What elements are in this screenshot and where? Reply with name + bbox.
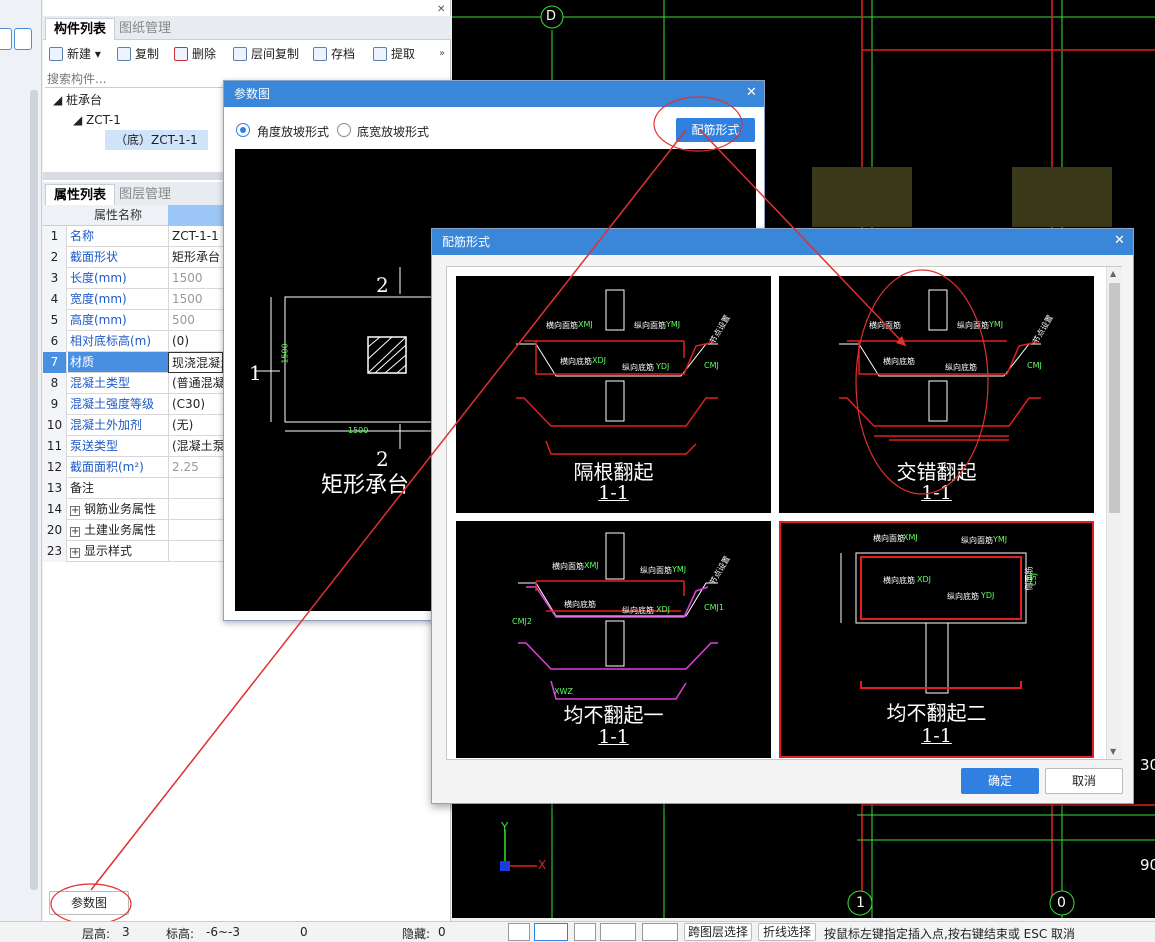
strip-grid-icon[interactable] <box>14 28 32 50</box>
left-strip <box>0 0 42 921</box>
toolbar-more-icon[interactable]: » <box>439 48 445 59</box>
dim-label-30: 30 <box>1140 756 1155 774</box>
cross-icon[interactable] <box>574 923 596 941</box>
table-row-group[interactable]: 23 + 显示样式 <box>43 541 223 562</box>
table-row[interactable]: 11泵送类型(混凝土泵) <box>43 436 223 457</box>
radio-width-label[interactable]: 底宽放坡形式 <box>357 123 429 140</box>
table-row[interactable]: 9 混凝土强度等级 (C30) <box>43 394 223 415</box>
delete-icon <box>174 47 188 61</box>
axis-label-1: 1 <box>856 895 865 911</box>
ok-button[interactable]: 确定 <box>961 768 1039 794</box>
rebar-form-button[interactable]: 配筋形式 <box>676 118 755 142</box>
section-mark-top: 2 <box>376 273 389 297</box>
status-zero: 0 <box>300 925 308 939</box>
table-row-group[interactable]: 14 + 钢筋业务属性 <box>43 499 223 520</box>
component-toolbar: 新建 ▾ 复制 删除 层间复制 存档 提取 » <box>43 42 451 66</box>
cross-floor-select-button[interactable]: 跨图层选择 <box>684 923 752 941</box>
snap-icon[interactable] <box>534 923 568 941</box>
hidden-label: 隐藏: <box>402 927 431 941</box>
panel-close-icon[interactable]: ✕ <box>437 4 445 15</box>
strip-button[interactable] <box>0 28 12 50</box>
table-row[interactable]: 12 截面面积(m²) 2.25 <box>43 457 223 478</box>
expand-icon[interactable]: + <box>70 527 80 537</box>
param-dialog-title: 参数图 <box>224 81 764 107</box>
tab-property-list[interactable]: 属性列表 <box>45 184 116 206</box>
tree-child[interactable]: ◢ ZCT-1 <box>73 110 121 130</box>
table-row-group[interactable]: 20 + 土建业务属性 <box>43 520 223 541</box>
table-row[interactable]: 8混凝土类型(普通混凝土 <box>43 373 223 394</box>
tab-drawing-manage[interactable]: 图纸管理 <box>111 18 179 40</box>
expand-icon[interactable]: + <box>70 506 80 516</box>
new-icon <box>49 47 63 61</box>
table-row-selected[interactable]: 7材质现浇混凝土 <box>43 352 223 373</box>
axis-y-label: Y <box>501 820 509 834</box>
offset-icon[interactable] <box>642 923 678 941</box>
tab-component-list[interactable]: 构件列表 <box>45 18 116 40</box>
floor-copy-icon <box>233 47 247 61</box>
property-header: 属性名称 <box>43 205 223 226</box>
copy-button[interactable]: 复制 <box>117 44 159 64</box>
delete-button[interactable]: 删除 <box>174 44 216 64</box>
table-row[interactable]: 5 高度(mm) 500 <box>43 310 223 331</box>
axis-label-0: 0 <box>1057 895 1066 911</box>
rebar-option-grid: ▲ ▼ 横向面筋 XMJ 纵向面筋 YMJ 横向底筋 XDJ 纵向底筋 YDJ … <box>446 266 1122 760</box>
archive-icon <box>313 47 327 61</box>
rebar-close-icon[interactable]: ✕ <box>1114 233 1125 248</box>
copy-icon <box>117 47 131 61</box>
rebar-option-1[interactable]: 横向面筋 XMJ 纵向面筋 YMJ 横向底筋 XDJ 纵向底筋 YDJ CMJ … <box>456 276 771 513</box>
tree-leaf-selected[interactable]: （底）ZCT-1-1 <box>105 130 208 150</box>
scroll-up-icon[interactable]: ▲ <box>1110 269 1116 278</box>
dim-vertical: 1500 <box>280 343 290 364</box>
table-row[interactable]: 4 宽度(mm) 1500 <box>43 289 223 310</box>
table-row[interactable]: 6 相对底标高(m) (0) <box>43 331 223 352</box>
floor-height-value: 3 <box>122 925 130 939</box>
tab-layer-manage[interactable]: 图层管理 <box>111 184 179 206</box>
archive-button[interactable]: 存档 <box>313 44 355 64</box>
rebar-option-3[interactable]: 横向面筋 XMJ 纵向面筋 YMJ 横向底筋 纵向底筋 XDJ CMJ1 CMJ… <box>456 521 771 758</box>
strip-scrollbar[interactable] <box>30 90 38 890</box>
elevation-label: 标高: <box>166 927 195 941</box>
new-button[interactable]: 新建 ▾ <box>49 44 101 64</box>
floor-copy-button[interactable]: 层间复制 <box>233 44 299 64</box>
expand-icon[interactable]: + <box>70 548 80 558</box>
top-tabs: 构件列表 图纸管理 <box>43 16 451 40</box>
scroll-down-icon[interactable]: ▼ <box>1110 747 1116 756</box>
rebar-scrollbar[interactable]: ▲ ▼ <box>1106 267 1122 759</box>
scroll-thumb[interactable] <box>1109 283 1120 513</box>
ortho-icon[interactable] <box>508 923 530 941</box>
extract-button[interactable]: 提取 <box>373 44 415 64</box>
extract-icon <box>373 47 387 61</box>
status-hint: 按鼠标左键指定插入点,按右键结束或 ESC 取消 <box>824 927 1076 941</box>
param-close-icon[interactable]: ✕ <box>746 85 757 100</box>
rebar-dialog: 配筋形式 ✕ ▲ ▼ 横向面筋 XMJ 纵向面筋 YMJ 横向底筋 XDJ 纵向… <box>431 228 1134 804</box>
elevation-value: -6~-3 <box>206 925 240 939</box>
rebar-option-2[interactable]: 横向面筋 纵向面筋 YMJ 横向底筋 纵向底筋 CMJ 节点设置 交错翻起 1-… <box>779 276 1094 513</box>
shape-caption: 矩形承台 <box>321 473 410 498</box>
polyline-select-button[interactable]: 折线选择 <box>758 923 816 941</box>
rebar-dialog-title: 配筋形式 <box>432 229 1133 255</box>
floor-height-label: 层高: <box>82 927 111 941</box>
tree-root[interactable]: ◢ 桩承台 <box>53 90 102 110</box>
table-row[interactable]: 1 名称 ZCT-1-1 <box>43 226 223 247</box>
table-row[interactable]: 2 截面形状 矩形承台 <box>43 247 223 268</box>
status-bar: 层高: 3 标高: -6~-3 0 隐藏: 0 跨图层选择 折线选择 按鼠标左键… <box>0 921 1155 941</box>
table-row[interactable]: 10 混凝土外加剂 (无) <box>43 415 223 436</box>
angle-icon[interactable] <box>600 923 636 941</box>
dim-label-90: 90 <box>1140 856 1155 874</box>
radio-angle[interactable] <box>236 123 250 137</box>
table-row[interactable]: 3 长度(mm) 1500 <box>43 268 223 289</box>
section-mark-left: 1 <box>249 361 262 385</box>
table-row[interactable]: 13 备注 <box>43 478 223 499</box>
dim-horizontal: 1500 <box>348 426 369 435</box>
cancel-button[interactable]: 取消 <box>1045 768 1123 794</box>
axis-label-d: D <box>546 9 557 24</box>
radio-angle-label[interactable]: 角度放坡形式 <box>257 123 329 140</box>
hidden-value: 0 <box>438 925 446 939</box>
rebar-option-4-selected[interactable]: 横向面筋 XMJ 纵向面筋 YMJ 横向底筋 XDJ 纵向底筋 YDJ 侧面筋 … <box>779 521 1094 758</box>
radio-width[interactable] <box>337 123 351 137</box>
axis-x-label: X <box>538 858 547 872</box>
param-diagram-button[interactable]: 参数图 <box>49 891 129 915</box>
